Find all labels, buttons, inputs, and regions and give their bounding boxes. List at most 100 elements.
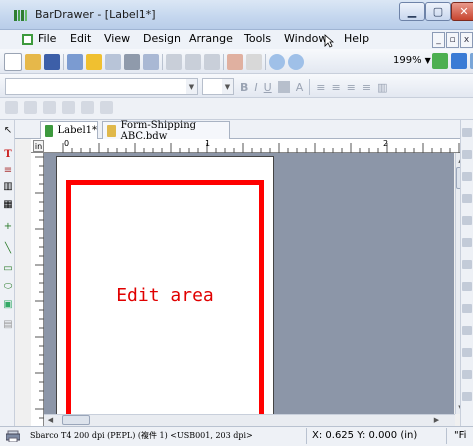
- undo-icon[interactable]: [227, 54, 243, 70]
- grid-icon[interactable]: [451, 53, 467, 69]
- image-tool-icon[interactable]: ▣: [2, 298, 14, 310]
- chevron-down-icon: ▼: [222, 79, 233, 94]
- distribute-icon[interactable]: [24, 101, 37, 114]
- bold-icon[interactable]: B: [240, 81, 248, 94]
- minimize-button[interactable]: ▁: [399, 2, 425, 21]
- align-right-icon[interactable]: ≡: [347, 81, 356, 94]
- right-tool-icon[interactable]: [462, 194, 472, 203]
- text-color-icon[interactable]: [277, 81, 290, 93]
- scroll-right-icon[interactable]: ▶: [432, 415, 441, 425]
- right-tool-icon[interactable]: [462, 260, 472, 269]
- right-tool-icon[interactable]: [462, 128, 472, 137]
- horizontal-ruler: [31, 139, 460, 153]
- fit-icon[interactable]: [432, 53, 448, 69]
- printer-icon: [6, 430, 20, 442]
- print-icon[interactable]: [124, 54, 140, 70]
- ellipse-tool-icon[interactable]: ⬭: [2, 280, 14, 292]
- mdi-close-button[interactable]: x: [460, 32, 473, 48]
- status-font: "Fi: [454, 430, 467, 441]
- group-icon[interactable]: [43, 101, 56, 114]
- rectangle-tool-icon[interactable]: ▭: [2, 262, 14, 274]
- close-button[interactable]: ✕: [451, 2, 473, 21]
- menu-help[interactable]: Help: [344, 32, 369, 45]
- paste-icon[interactable]: [204, 54, 220, 70]
- redo-icon[interactable]: [246, 54, 262, 70]
- pointer-tool-icon[interactable]: ↖: [2, 124, 14, 136]
- font-name-combo[interactable]: ▼: [5, 78, 198, 95]
- send-back-icon[interactable]: [100, 101, 113, 114]
- bring-front-icon[interactable]: [81, 101, 94, 114]
- database-tool-icon[interactable]: ▤: [2, 318, 14, 330]
- mouse-cursor-icon: [324, 34, 334, 48]
- zoom-combo[interactable]: 199% ▼: [393, 52, 431, 69]
- spacing-icon[interactable]: ▥: [377, 81, 387, 94]
- right-tool-icon[interactable]: [462, 326, 472, 335]
- right-toolbar: [460, 120, 473, 426]
- horizontal-scrollbar[interactable]: [44, 414, 455, 426]
- right-tool-icon[interactable]: [462, 172, 472, 181]
- status-separator: [306, 428, 307, 444]
- ruler-unit[interactable]: in: [33, 140, 44, 152]
- preview-icon[interactable]: [105, 54, 121, 70]
- save-icon[interactable]: [44, 54, 60, 70]
- zoom-in-icon[interactable]: [269, 54, 285, 70]
- toolbar-separator: [309, 79, 311, 95]
- cross-tool-icon[interactable]: +: [2, 220, 14, 232]
- line-tool-icon[interactable]: ╲: [2, 242, 14, 254]
- right-tool-icon[interactable]: [462, 216, 472, 225]
- italic-icon[interactable]: I: [254, 81, 257, 94]
- paragraph-tool-icon[interactable]: ≡: [2, 164, 14, 176]
- align-center-icon[interactable]: ≡: [331, 81, 340, 94]
- tab-form-shipping[interactable]: Form-Shipping ABC.bdw: [102, 120, 230, 142]
- justify-icon[interactable]: ≡: [362, 81, 371, 94]
- font-size-combo[interactable]: ▼: [202, 78, 234, 95]
- window-title: BarDrawer - [Label1*]: [35, 8, 156, 21]
- app-icon: [14, 10, 27, 21]
- mdi-restore-button[interactable]: ▫: [446, 32, 459, 48]
- font-size-icon[interactable]: A: [296, 81, 304, 94]
- menu-window[interactable]: Window: [284, 32, 327, 45]
- mdi-minimize-button[interactable]: _: [432, 32, 445, 48]
- new-icon[interactable]: [4, 53, 22, 71]
- status-printer: Sbarco T4 200 dpi (PEPL) (複件 1) <USB001,…: [30, 431, 253, 440]
- open-folder-icon[interactable]: [25, 54, 41, 70]
- menu-tools[interactable]: Tools: [244, 32, 271, 45]
- document-icon[interactable]: [21, 33, 34, 46]
- status-separator: [446, 428, 447, 444]
- menu-file[interactable]: File: [38, 32, 56, 45]
- horizontal-scroll-thumb[interactable]: [62, 415, 90, 425]
- right-tool-icon[interactable]: [462, 304, 472, 313]
- tab-label1[interactable]: Label1*: [40, 121, 98, 139]
- ruler-ticks: [62, 143, 460, 153]
- ruler-ticks: [35, 156, 44, 419]
- print-preview-icon[interactable]: [143, 54, 159, 70]
- barcode-tool-icon[interactable]: ▥: [2, 180, 14, 192]
- right-tool-icon[interactable]: [462, 238, 472, 247]
- menu-design[interactable]: Design: [143, 32, 181, 45]
- maximize-icon: ▢: [432, 5, 444, 18]
- qr-code-tool-icon[interactable]: ▦: [2, 198, 14, 210]
- new-label-icon[interactable]: [67, 54, 83, 70]
- scroll-left-icon[interactable]: ◀: [46, 415, 55, 425]
- menu-view[interactable]: View: [104, 32, 130, 45]
- ungroup-icon[interactable]: [62, 101, 75, 114]
- align-left-icon[interactable]: ≡: [316, 81, 325, 94]
- mdi-controls: _ ▫ x: [432, 32, 473, 48]
- right-tool-icon[interactable]: [462, 282, 472, 291]
- toolbar-separator: [162, 54, 163, 70]
- copy-icon[interactable]: [185, 54, 201, 70]
- maximize-button[interactable]: ▢: [425, 2, 451, 21]
- right-tool-icon[interactable]: [462, 370, 472, 379]
- zoom-out-icon[interactable]: [288, 54, 304, 70]
- right-tool-icon[interactable]: [462, 348, 472, 357]
- open-label-icon[interactable]: [86, 54, 102, 70]
- status-coordinates: X: 0.625 Y: 0.000 (in): [312, 430, 418, 441]
- underline-icon[interactable]: U: [264, 81, 272, 94]
- cut-icon[interactable]: [166, 54, 182, 70]
- align-objects-icon[interactable]: [5, 101, 18, 114]
- right-tool-icon[interactable]: [462, 150, 472, 159]
- menu-arrange[interactable]: Arrange: [189, 32, 233, 45]
- menu-edit[interactable]: Edit: [70, 32, 91, 45]
- text-tool-icon[interactable]: T: [2, 148, 14, 160]
- right-tool-icon[interactable]: [462, 392, 472, 401]
